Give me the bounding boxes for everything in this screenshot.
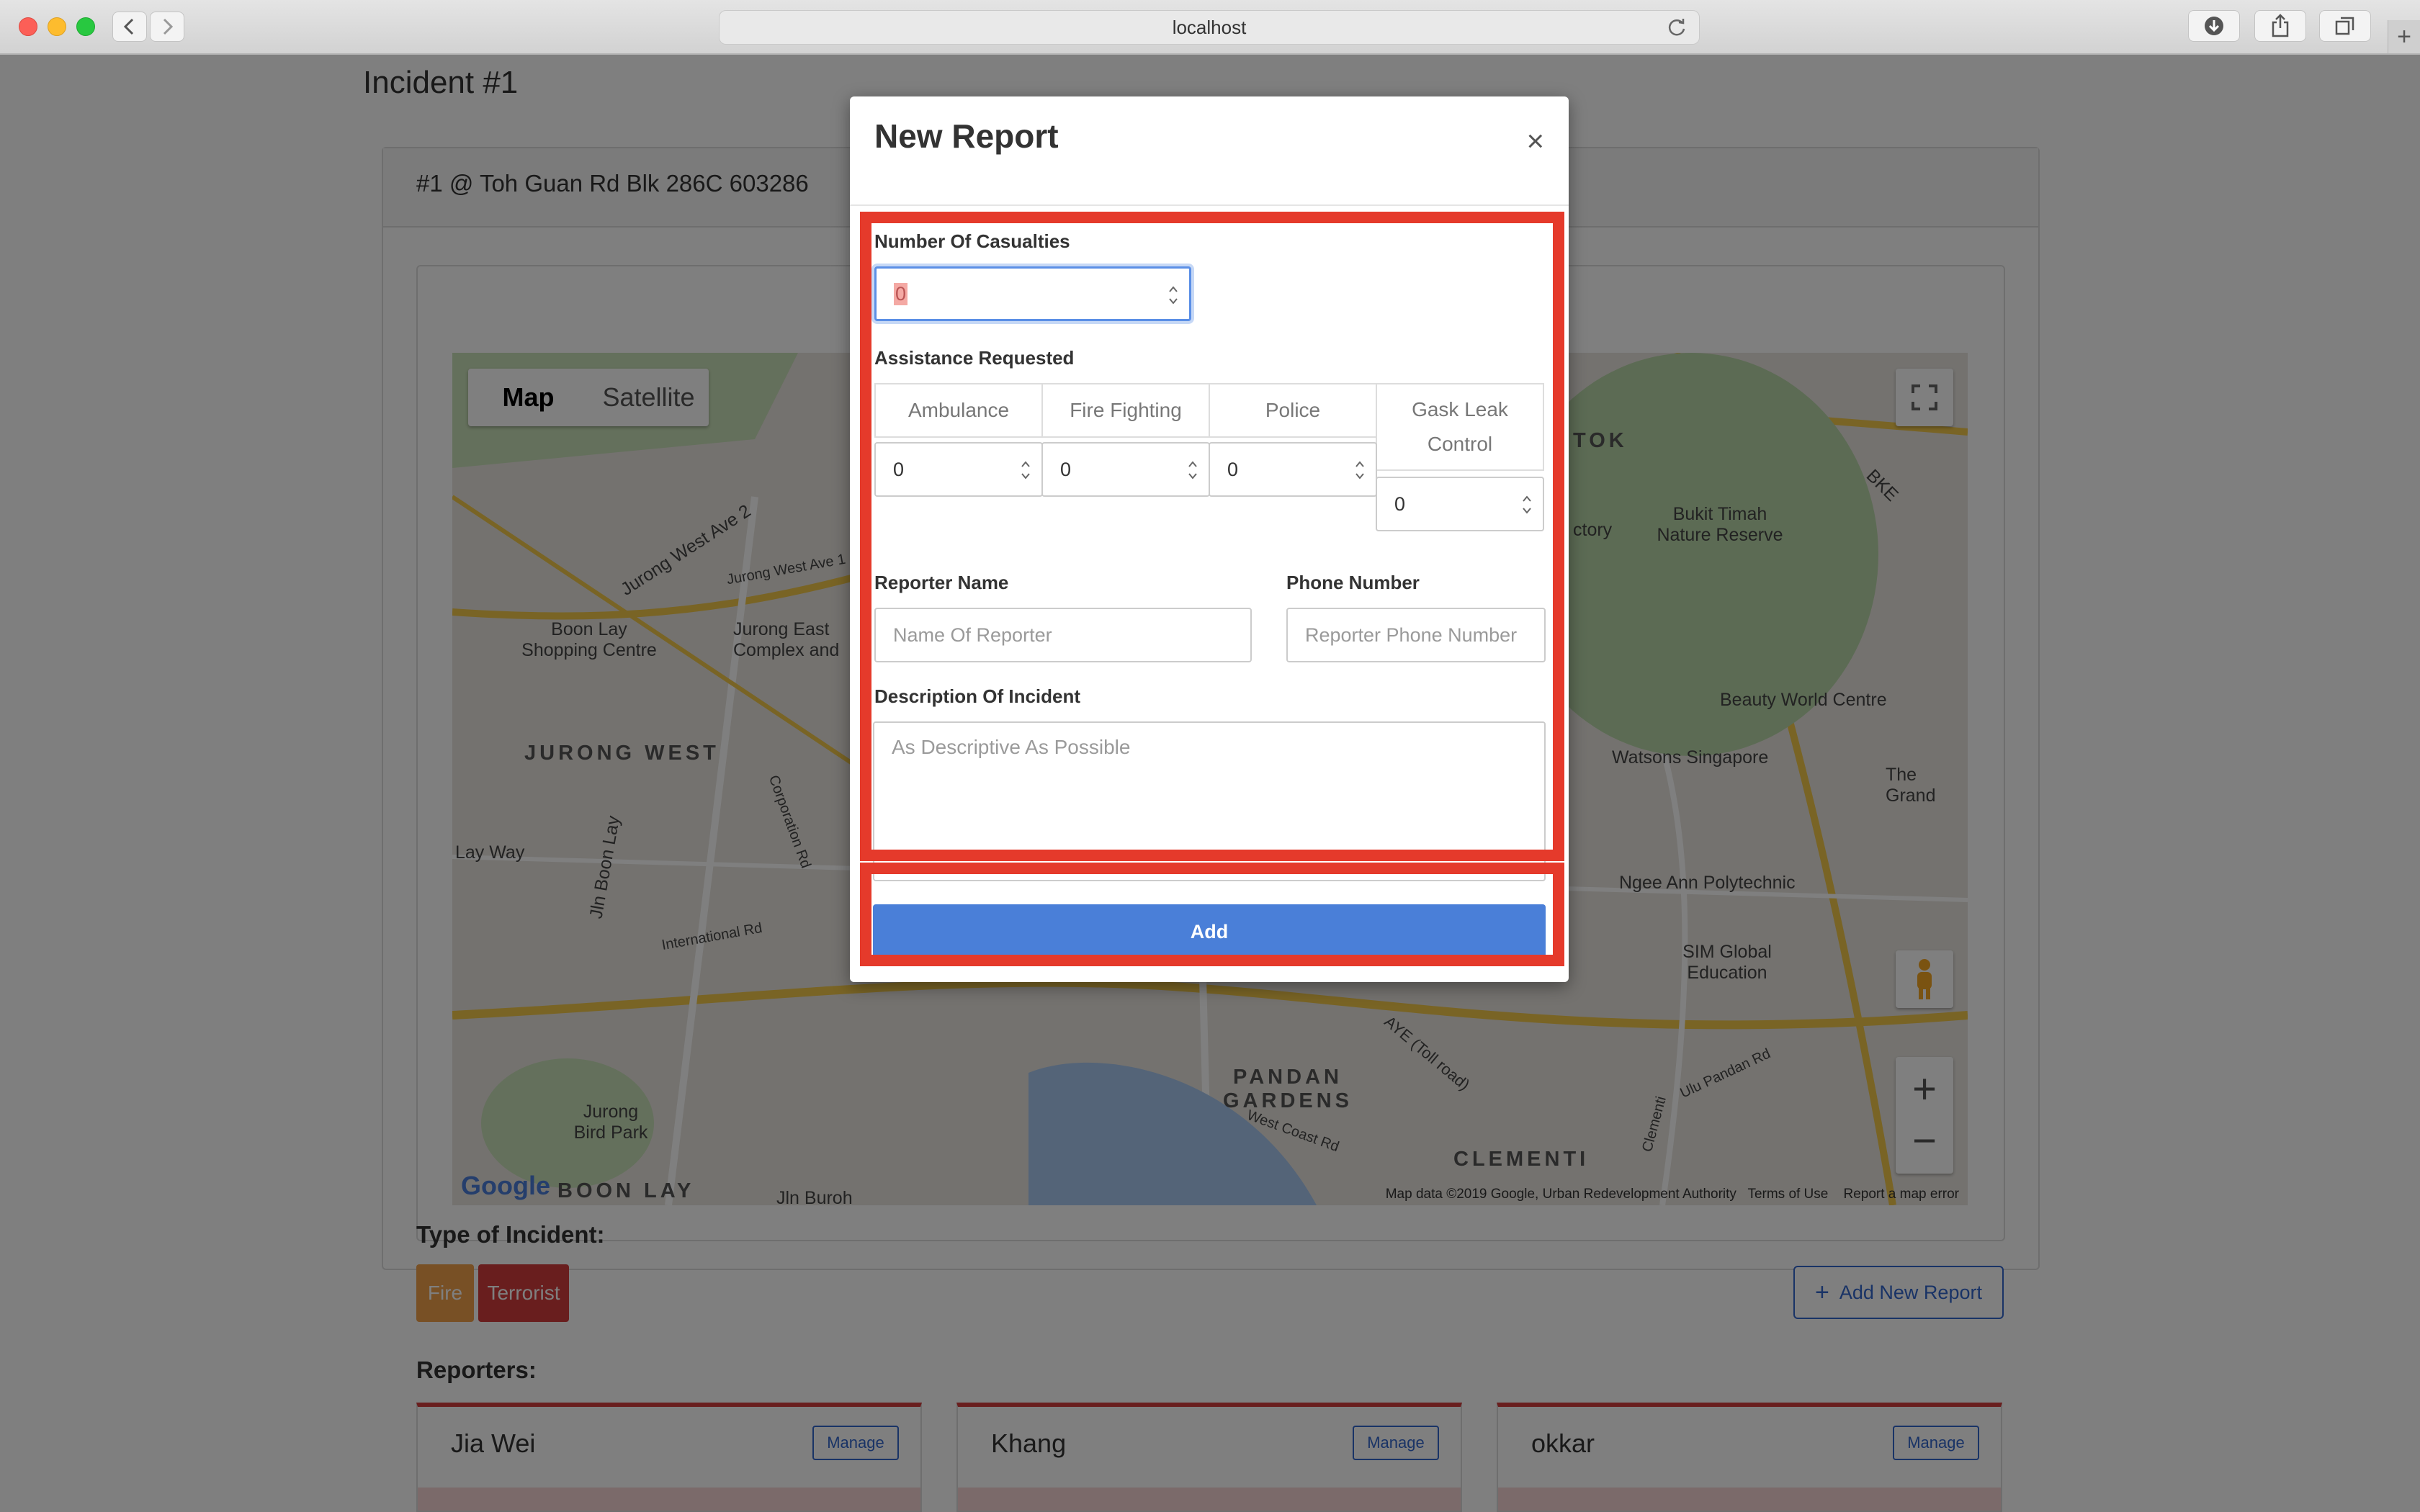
- minimize-window-button[interactable]: [48, 17, 66, 36]
- tabs-overview-button[interactable]: [2319, 10, 2371, 42]
- chevron-right-icon: [163, 18, 174, 35]
- share-icon: [2272, 14, 2289, 37]
- close-window-button[interactable]: [19, 17, 37, 36]
- reload-icon[interactable]: [1666, 17, 1688, 38]
- address-bar[interactable]: localhost: [719, 10, 1700, 45]
- modal-title: New Report: [874, 117, 1059, 155]
- browser-toolbar: localhost +: [0, 0, 2420, 55]
- forward-button[interactable]: [150, 12, 184, 42]
- highlight-form-region: [860, 212, 1564, 861]
- close-icon[interactable]: ×: [1526, 124, 1544, 158]
- downloads-button[interactable]: [2188, 10, 2240, 42]
- modal-header: New Report ×: [850, 96, 1569, 206]
- back-button[interactable]: [112, 12, 147, 42]
- new-report-modal: New Report × Number Of Casualties 0 Assi…: [850, 96, 1569, 982]
- plus-icon: +: [2397, 22, 2411, 50]
- new-tab-button[interactable]: +: [2388, 20, 2420, 53]
- chevron-left-icon: [123, 18, 134, 35]
- share-button[interactable]: [2254, 10, 2306, 42]
- download-icon: [2205, 17, 2223, 35]
- zoom-window-button[interactable]: [76, 17, 95, 36]
- url-text: localhost: [1172, 16, 1247, 38]
- highlight-add-button-region: [860, 863, 1564, 966]
- tabs-icon: [2335, 17, 2354, 35]
